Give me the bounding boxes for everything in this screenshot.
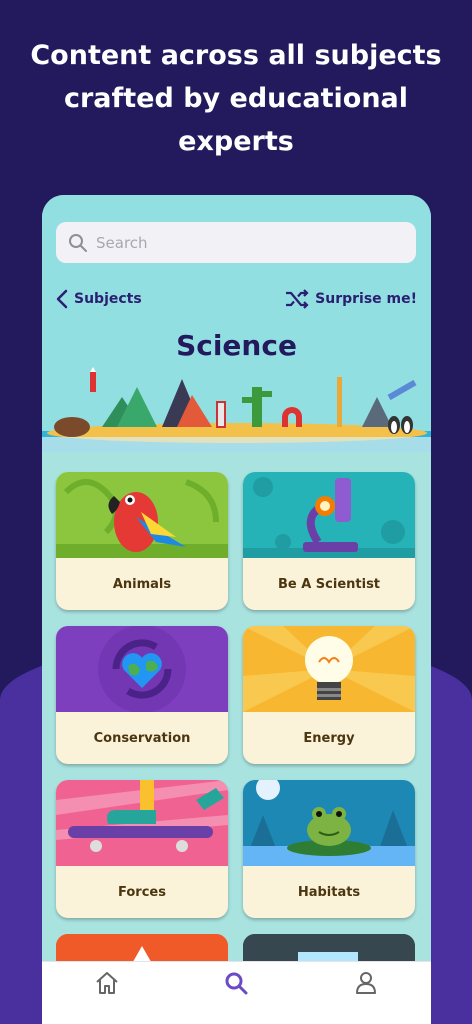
search-input[interactable] [96, 233, 396, 252]
topic-label: Be A Scientist [277, 576, 381, 592]
topic-card-be-a-scientist[interactable]: Be A Scientist [243, 472, 415, 610]
parrot-illustration [56, 472, 228, 558]
chevron-left-icon [56, 289, 68, 309]
topic-card-energy[interactable]: Energy [243, 626, 415, 764]
earth-heart-illustration [56, 626, 228, 712]
tab-home[interactable] [87, 968, 127, 998]
topic-card-conservation[interactable]: Conservation [56, 626, 228, 764]
shuffle-icon [286, 289, 309, 309]
phone-screen: Subjects Surprise me! Science [42, 195, 431, 1024]
topic-label: Habitats [297, 884, 361, 900]
headline-line-1: Content across all subjects [30, 40, 442, 71]
topic-label: Conservation [93, 730, 191, 746]
profile-icon [356, 972, 377, 994]
search-icon [225, 972, 248, 995]
topic-card-habitats[interactable]: Habitats [243, 780, 415, 918]
headline-line-2: crafted by educational [63, 83, 409, 114]
search-icon [69, 233, 87, 252]
subject-nav: Subjects Surprise me! [56, 287, 417, 311]
topic-card-forces[interactable]: Forces [56, 780, 228, 918]
lightbulb-illustration [243, 626, 415, 712]
skateboard-illustration [56, 780, 228, 866]
frog-illustration [243, 780, 415, 866]
topic-grid: Animals Be A Scientist Conservation Ener… [56, 472, 416, 974]
back-button[interactable]: Subjects [56, 289, 142, 309]
tab-profile[interactable] [346, 968, 386, 998]
topic-label: Energy [303, 730, 355, 746]
microscope-illustration [243, 472, 415, 558]
topic-label: Forces [118, 884, 166, 900]
headline-line-3: experts [178, 126, 294, 157]
topic-label: Animals [112, 576, 172, 592]
promo-headline: Content across all subjects crafted by e… [0, 34, 472, 163]
tab-search[interactable] [216, 968, 256, 998]
science-banner-illustration [42, 367, 431, 452]
search-bar[interactable] [56, 222, 416, 263]
topic-card-animals[interactable]: Animals [56, 472, 228, 610]
tab-bar [42, 961, 431, 1024]
back-label: Subjects [74, 291, 142, 307]
home-icon [96, 972, 118, 994]
surprise-button[interactable]: Surprise me! [285, 289, 417, 309]
page-title: Science [176, 329, 297, 362]
surprise-label: Surprise me! [315, 291, 417, 307]
